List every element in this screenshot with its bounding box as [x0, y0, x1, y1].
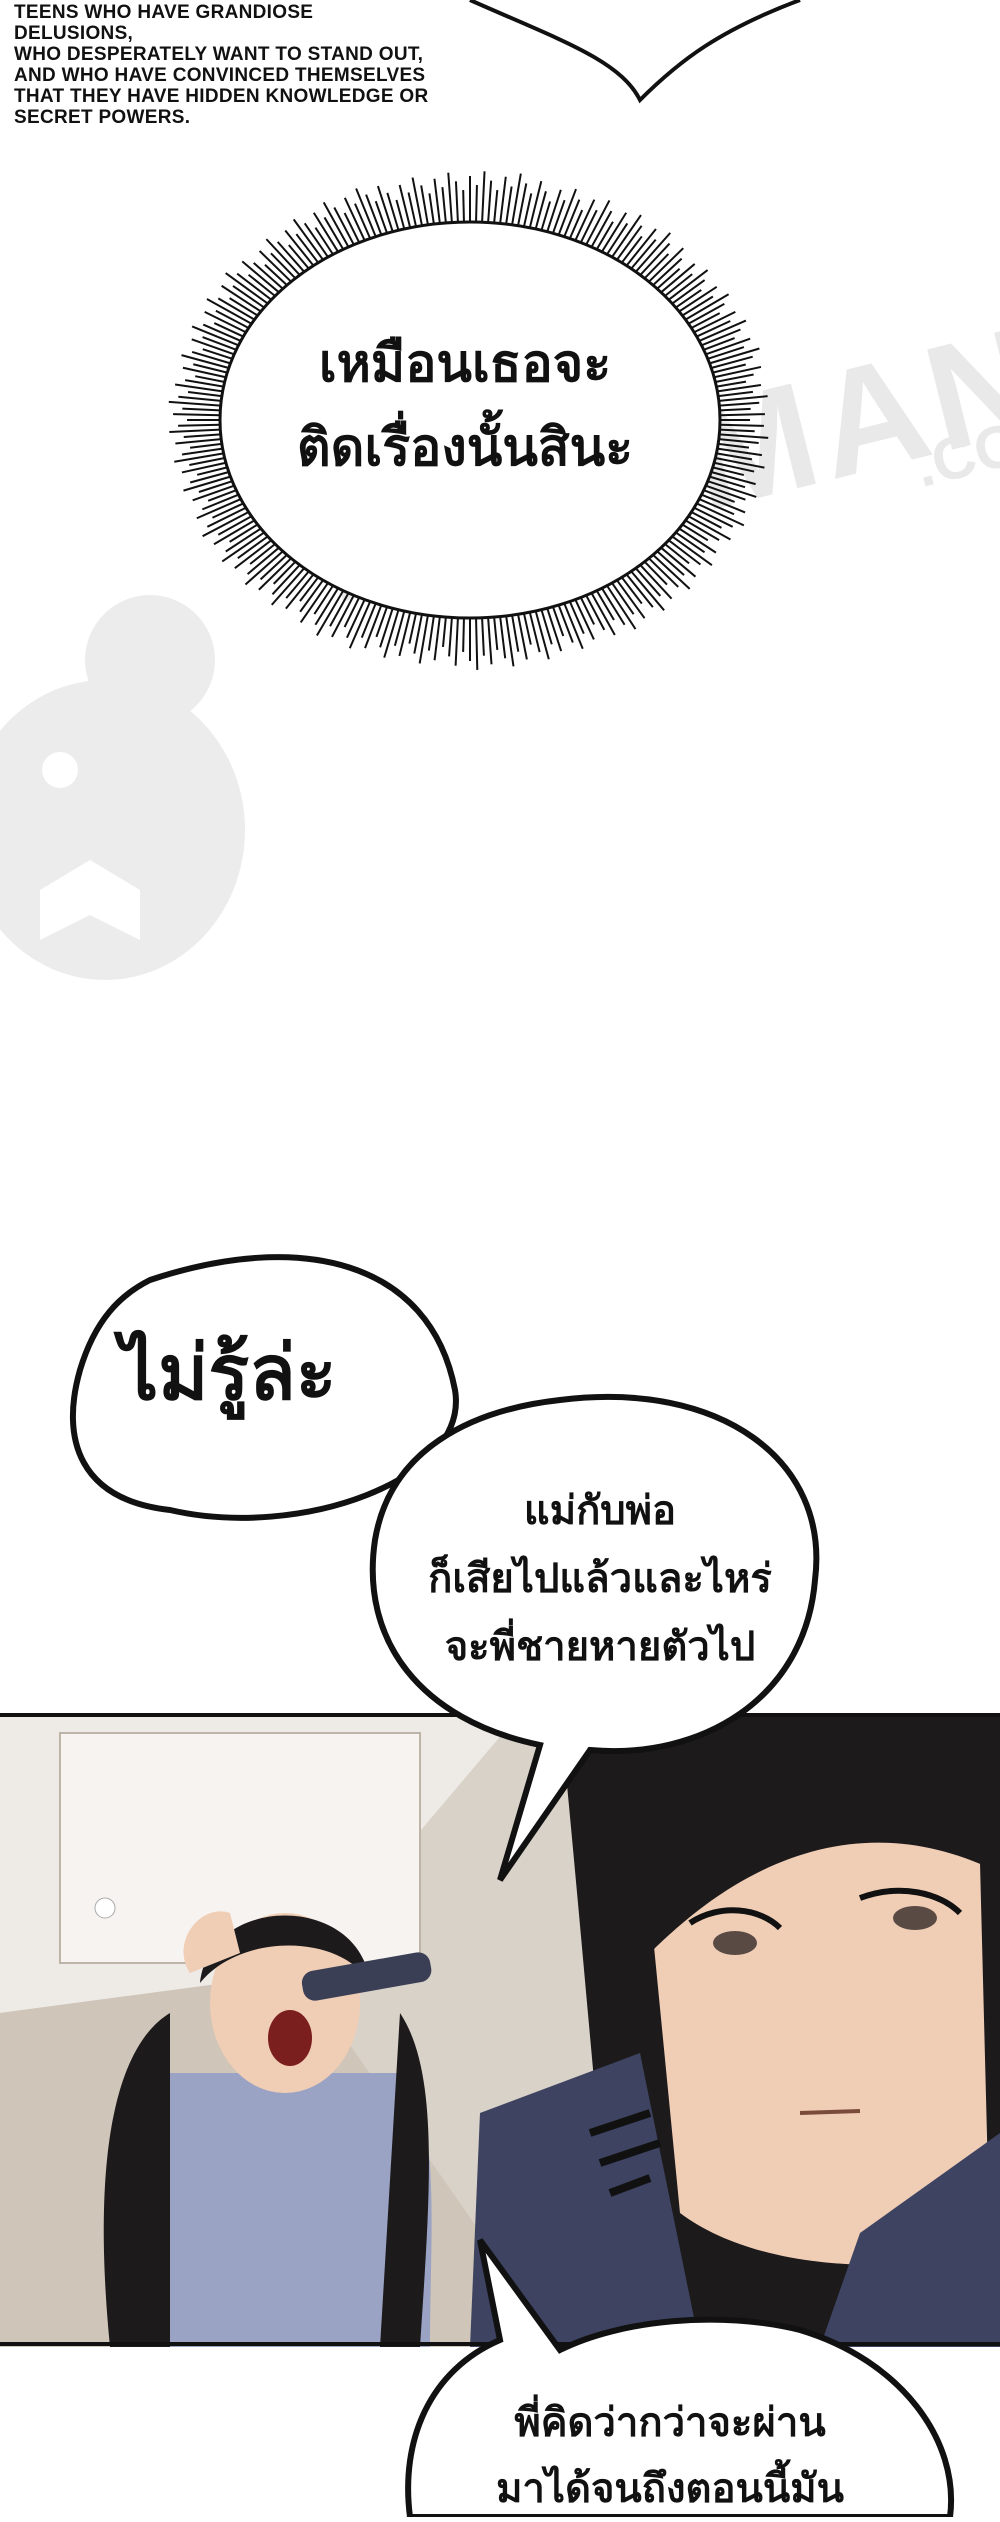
- speech-bubble-bottom-text: พี่คิดว่ากว่าจะผ่าน มาได้จนถึงตอนนี้มัน: [496, 2400, 844, 2512]
- caption-text: TEENS WHO HAVE GRANDIOSE DELUSIONS, WHO …: [14, 2, 429, 128]
- speech-bubble-big-text: ไม่รู้ล่ะ: [120, 1328, 337, 1417]
- speech-bubble-mid-text: แม่กับพ่อ ก็เสียไปแล้วและไหร่ จะพี่ชายหา…: [428, 1488, 772, 1670]
- spiky-bubble-text: เหมือนเธอจะ ติดเรื่องนั้นสินะ: [296, 334, 634, 478]
